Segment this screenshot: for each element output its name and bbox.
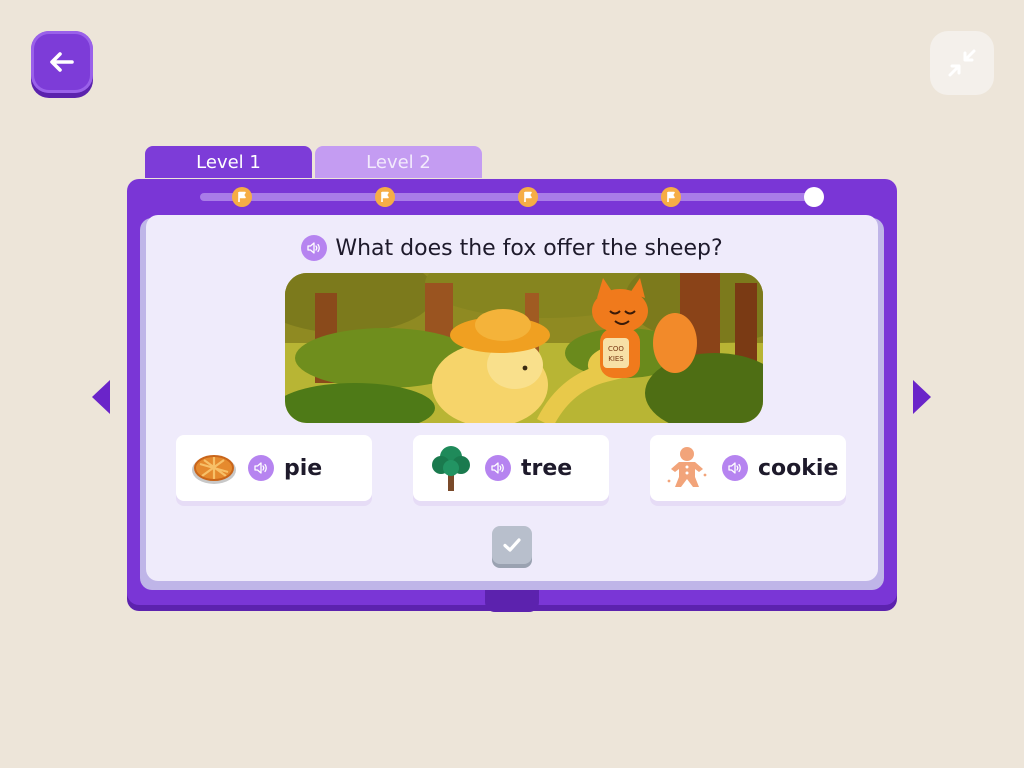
- tab-level-2[interactable]: Level 2: [315, 146, 482, 178]
- flag-icon: [232, 187, 252, 207]
- collapse-arrows-icon: [948, 49, 976, 77]
- back-button[interactable]: [31, 31, 93, 93]
- progress-track: [200, 193, 820, 201]
- svg-text:KIES: KIES: [608, 355, 624, 363]
- flag-icon: [518, 187, 538, 207]
- tree-icon: [425, 442, 477, 494]
- previous-page-arrow-icon[interactable]: [90, 378, 112, 416]
- question-row: What does the fox offer the sheep?: [146, 231, 878, 265]
- answer-label: pie: [284, 455, 323, 481]
- answer-option-pie[interactable]: pie: [176, 435, 372, 501]
- answer-label: tree: [521, 455, 573, 481]
- speaker-icon[interactable]: [722, 455, 748, 481]
- speaker-icon[interactable]: [248, 455, 274, 481]
- exit-fullscreen-button[interactable]: [930, 31, 994, 95]
- answer-label: cookie: [758, 455, 839, 481]
- next-page-arrow-icon[interactable]: [911, 378, 933, 416]
- question-text: What does the fox offer the sheep?: [335, 235, 723, 261]
- answer-option-cookie[interactable]: cookie: [650, 435, 846, 501]
- svg-text:COO: COO: [608, 345, 624, 353]
- gingerbread-cookie-icon: [662, 442, 714, 494]
- flag-icon: [375, 187, 395, 207]
- speaker-icon[interactable]: [301, 235, 328, 261]
- check-answer-button[interactable]: [492, 526, 532, 564]
- answer-option-tree[interactable]: tree: [413, 435, 609, 501]
- speaker-icon[interactable]: [485, 455, 511, 481]
- tab-level-1[interactable]: Level 1: [145, 146, 312, 178]
- checkmark-icon: [503, 538, 521, 552]
- arrow-left-icon: [50, 52, 74, 72]
- pie-icon: [188, 442, 240, 494]
- flag-icon: [661, 187, 681, 207]
- progress-current-marker: [804, 187, 824, 207]
- book-bookmark-tab: [485, 590, 539, 612]
- fox-and-sheep-forest-illustration: COO KIES: [285, 273, 763, 423]
